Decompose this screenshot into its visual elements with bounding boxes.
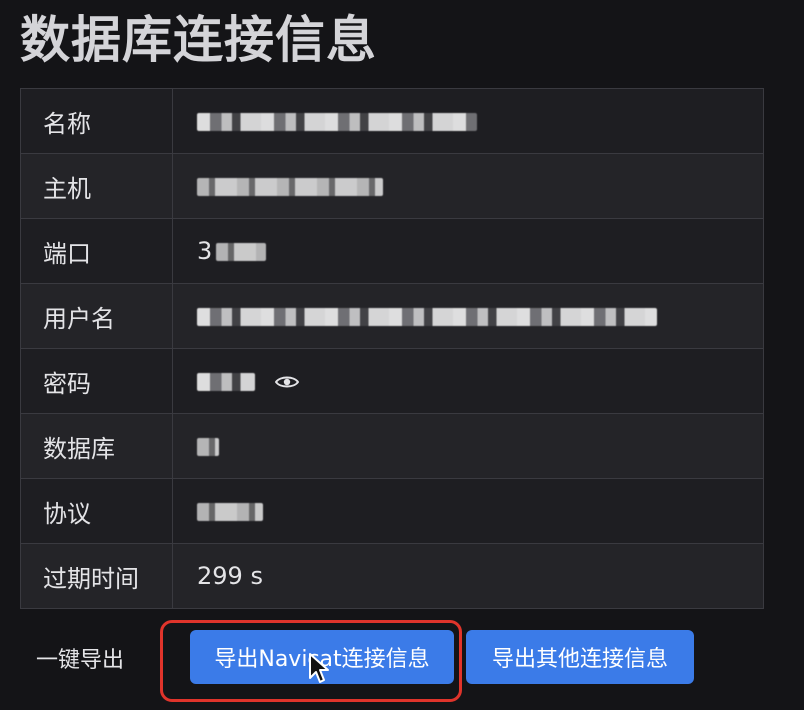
field-value-password	[172, 348, 764, 414]
field-value-expiry: 299 s	[172, 543, 764, 609]
eye-icon[interactable]	[274, 375, 299, 389]
privacy-mask	[197, 373, 255, 391]
field-label-name: 名称	[20, 88, 173, 154]
table-row: 用户名	[20, 283, 764, 349]
field-label-host: 主机	[20, 153, 173, 219]
field-value-name	[172, 88, 764, 154]
privacy-mask	[197, 308, 657, 326]
field-label-port: 端口	[20, 218, 173, 284]
page-title: 数据库连接信息	[20, 11, 377, 69]
field-value-username	[172, 283, 764, 349]
mouse-cursor-icon	[309, 653, 329, 683]
privacy-mask	[197, 113, 477, 131]
field-label-username: 用户名	[20, 283, 173, 349]
table-row: 密码	[20, 348, 764, 414]
table-row: 协议	[20, 478, 764, 544]
field-value-host	[172, 153, 764, 219]
field-label-protocol: 协议	[20, 478, 173, 544]
export-label: 一键导出	[36, 648, 125, 673]
privacy-mask	[197, 438, 219, 456]
field-label-expiry: 过期时间	[20, 543, 173, 609]
export-row: 一键导出 导出Navicat连接信息 导出其他连接信息	[0, 620, 804, 702]
port-value-text: 3	[197, 237, 213, 265]
table-row: 端口 3	[20, 218, 764, 284]
field-value-protocol	[172, 478, 764, 544]
privacy-mask	[216, 243, 267, 261]
privacy-mask	[197, 503, 263, 521]
connection-info-table: 名称 主机 端口 3 用户名 密码 数据库 协议 过期时间 299 s	[20, 88, 764, 609]
privacy-mask	[197, 178, 383, 196]
field-value-port: 3	[172, 218, 764, 284]
table-row: 数据库	[20, 413, 764, 479]
table-row: 过期时间 299 s	[20, 543, 764, 609]
export-other-button[interactable]: 导出其他连接信息	[466, 630, 694, 684]
field-label-database: 数据库	[20, 413, 173, 479]
field-label-password: 密码	[20, 348, 173, 414]
table-row: 名称	[20, 88, 764, 154]
field-value-database	[172, 413, 764, 479]
table-row: 主机	[20, 153, 764, 219]
